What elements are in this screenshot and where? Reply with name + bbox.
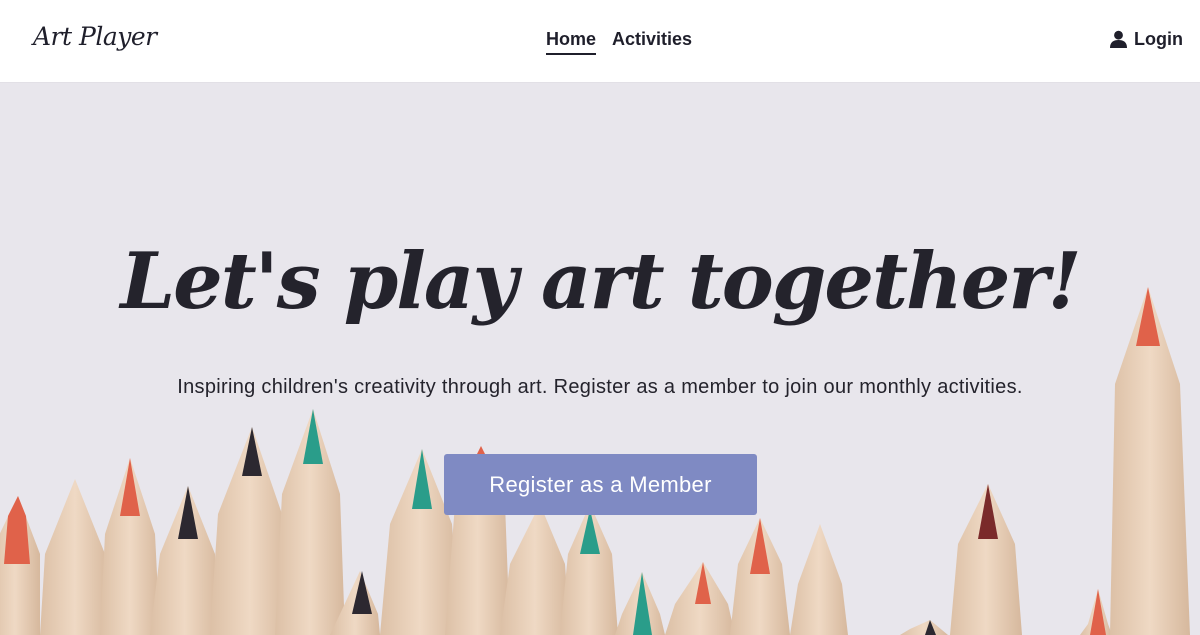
nav-link-activities[interactable]: Activities xyxy=(612,29,692,55)
pencils-background-image xyxy=(0,84,1200,635)
hero-subtitle: Inspiring children's creativity through … xyxy=(177,376,1023,398)
register-member-button[interactable]: Register as a Member xyxy=(444,454,757,515)
nav-link-home[interactable]: Home xyxy=(546,29,597,55)
brand-logo[interactable]: Art Player xyxy=(33,22,157,51)
main-nav: Home Activities xyxy=(546,29,692,55)
login-link[interactable]: Login xyxy=(1109,29,1183,50)
hero-section: Let's play art together! Inspiring child… xyxy=(0,84,1200,635)
hero-title: Let's play art together! xyxy=(120,236,1081,327)
top-navbar: Art Player Home Activities Login xyxy=(0,0,1200,83)
user-icon xyxy=(1109,30,1128,49)
login-label: Login xyxy=(1134,29,1183,49)
